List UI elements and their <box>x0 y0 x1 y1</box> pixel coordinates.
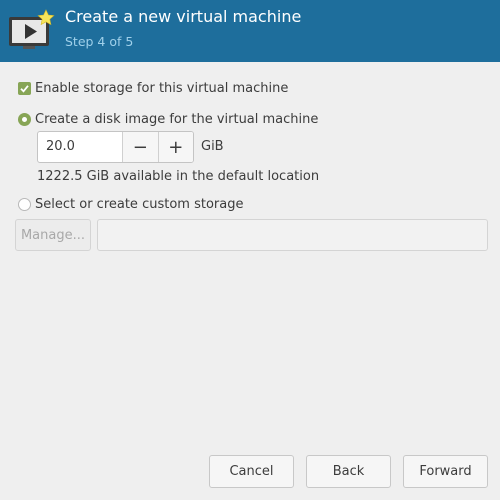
disk-size-spinner[interactable]: 20.0 − + <box>37 131 194 163</box>
create-disk-option[interactable]: Create a disk image for the virtual mach… <box>18 112 318 127</box>
available-space-label: 1222.5 GiB available in the default loca… <box>37 169 320 184</box>
disk-size-input[interactable]: 20.0 <box>38 132 122 162</box>
enable-storage-option[interactable]: Enable storage for this virtual machine <box>18 81 288 96</box>
enable-storage-label: Enable storage for this virtual machine <box>35 81 289 96</box>
custom-storage-path-field[interactable] <box>97 219 488 251</box>
create-disk-label: Create a disk image for the virtual mach… <box>35 112 319 127</box>
increment-button[interactable]: + <box>157 132 193 162</box>
enable-storage-checkbox[interactable] <box>18 82 31 95</box>
decrement-button[interactable]: − <box>122 132 158 162</box>
custom-storage-radio[interactable] <box>18 198 31 211</box>
manage-button[interactable]: Manage... <box>15 219 91 251</box>
create-disk-radio[interactable] <box>18 113 31 126</box>
custom-storage-label: Select or create custom storage <box>35 197 244 212</box>
wizard-title: Create a new virtual machine <box>65 7 302 26</box>
forward-button[interactable]: Forward <box>403 455 488 488</box>
check-icon <box>20 85 29 93</box>
back-button[interactable]: Back <box>306 455 391 488</box>
wizard-header: Create a new virtual machine Step 4 of 5 <box>0 0 500 62</box>
cancel-button[interactable]: Cancel <box>209 455 294 488</box>
virtual-machine-icon <box>9 9 55 49</box>
size-unit-label: GiB <box>201 139 224 154</box>
wizard-step: Step 4 of 5 <box>65 34 134 49</box>
custom-storage-option[interactable]: Select or create custom storage <box>18 197 243 212</box>
